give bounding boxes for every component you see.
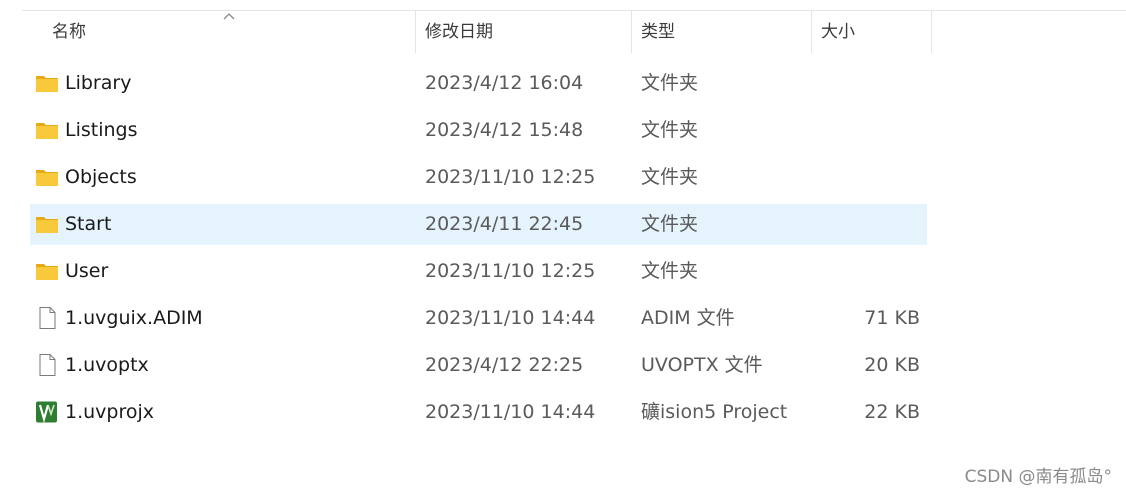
file-date: 2023/11/10 12:25: [425, 260, 596, 282]
folder-icon: [36, 170, 58, 186]
folder-icon: [36, 76, 58, 92]
column-header-size-label: 大小: [821, 22, 855, 42]
file-row-library[interactable]: Library 2023/4/12 16:04 文件夹: [30, 63, 927, 104]
file-name: 1.uvguix.ADIM: [65, 307, 203, 329]
file-size: [811, 204, 920, 245]
file-row-uvprojx[interactable]: 1.uvprojx 2023/11/10 14:44 礦ision5 Proje…: [30, 392, 927, 433]
file-size: [811, 110, 920, 151]
column-header-type-label: 类型: [641, 22, 675, 42]
folder-icon: [36, 217, 58, 233]
file-type: 文件夹: [641, 166, 699, 188]
file-size: [811, 251, 920, 292]
file-date: 2023/4/12 22:25: [425, 354, 584, 376]
file-type: 文件夹: [641, 72, 699, 94]
file-icon: [39, 354, 56, 376]
file-date: 2023/11/10 12:25: [425, 166, 596, 188]
file-row-user[interactable]: User 2023/11/10 12:25 文件夹: [30, 251, 927, 292]
file-type: ADIM 文件: [641, 307, 735, 329]
file-name: 1.uvprojx: [65, 401, 155, 423]
file-date: 2023/4/12 15:48: [425, 119, 584, 141]
file-date: 2023/11/10 14:44: [425, 307, 596, 329]
file-size: [811, 63, 920, 104]
file-name: Objects: [65, 166, 137, 188]
column-header-bar: 名称 修改日期 类型 大小: [0, 11, 1126, 53]
file-row-uvoptx[interactable]: 1.uvoptx 2023/4/12 22:25 UVOPTX 文件 20 KB: [30, 345, 927, 386]
file-date: 2023/11/10 14:44: [425, 401, 596, 423]
file-type: 文件夹: [641, 260, 699, 282]
column-header-date[interactable]: 修改日期: [416, 11, 632, 53]
file-row-uvguix[interactable]: 1.uvguix.ADIM 2023/11/10 14:44 ADIM 文件 7…: [30, 298, 927, 339]
keil-project-icon: [36, 401, 57, 423]
column-header-name[interactable]: 名称: [0, 11, 416, 53]
file-row-objects[interactable]: Objects 2023/11/10 12:25 文件夹: [30, 157, 927, 198]
file-date: 2023/4/12 16:04: [425, 72, 584, 94]
file-size: 22 KB: [864, 401, 920, 423]
file-icon: [39, 307, 56, 329]
file-name: User: [65, 260, 109, 282]
file-name: Listings: [65, 119, 138, 141]
file-name: Start: [65, 213, 112, 235]
file-size: 20 KB: [864, 354, 920, 376]
folder-icon: [36, 123, 58, 139]
file-row-listings[interactable]: Listings 2023/4/12 15:48 文件夹: [30, 110, 927, 151]
file-type: 礦ision5 Project: [641, 401, 788, 423]
folder-icon: [36, 264, 58, 280]
column-header-date-label: 修改日期: [425, 22, 493, 42]
column-header-size[interactable]: 大小: [812, 11, 932, 53]
watermark: CSDN @南有孤岛°: [964, 467, 1112, 487]
file-size: 71 KB: [864, 307, 920, 329]
file-date: 2023/4/11 22:45: [425, 213, 584, 235]
file-row-start[interactable]: Start 2023/4/11 22:45 文件夹: [30, 204, 927, 245]
column-header-name-label: 名称: [52, 22, 86, 42]
file-name: Library: [65, 72, 132, 94]
column-header-type[interactable]: 类型: [632, 11, 812, 53]
file-type: UVOPTX 文件: [641, 354, 763, 376]
file-type: 文件夹: [641, 119, 699, 141]
file-name: 1.uvoptx: [65, 354, 149, 376]
file-size: [811, 157, 920, 198]
file-type: 文件夹: [641, 213, 699, 235]
